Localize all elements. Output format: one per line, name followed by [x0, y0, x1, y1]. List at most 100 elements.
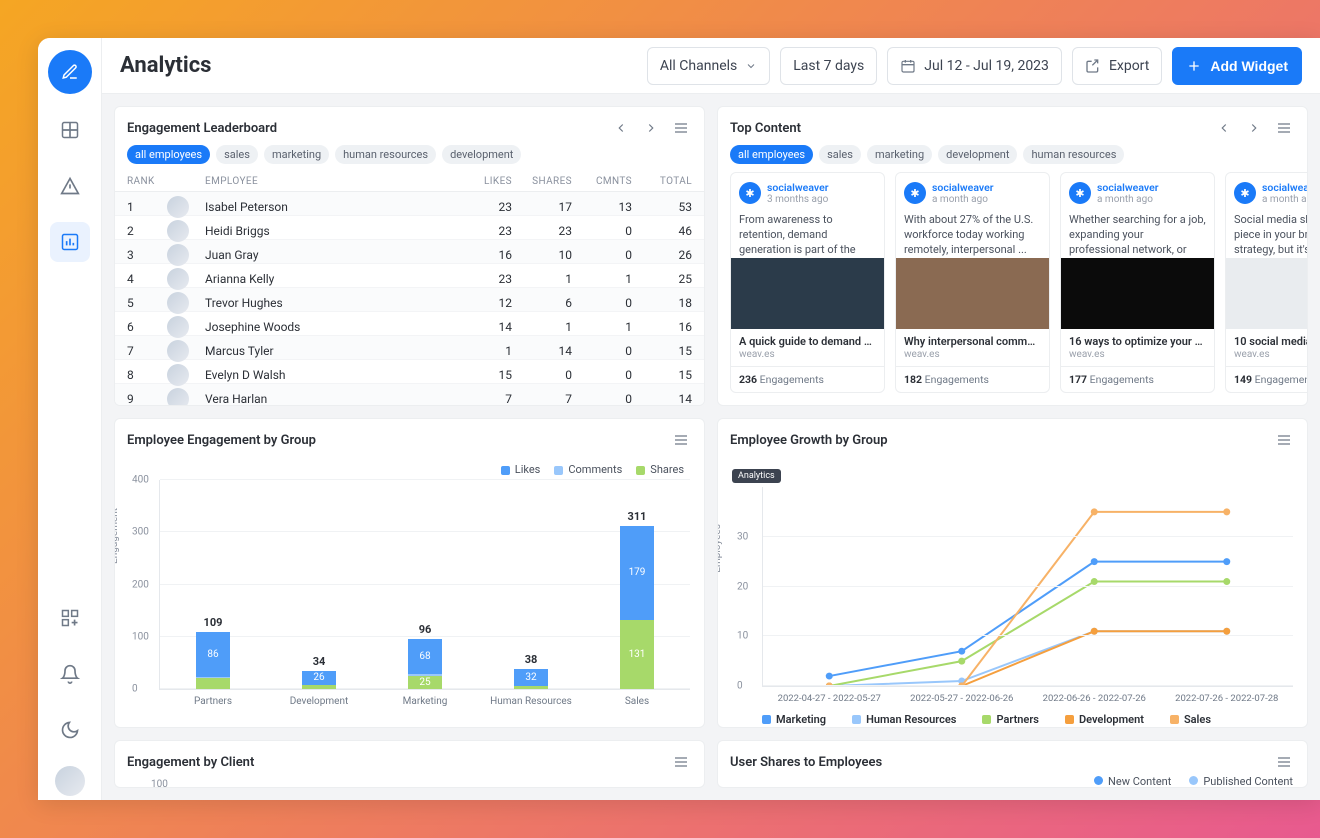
filter-chip[interactable]: sales [819, 145, 861, 164]
channel-label: All Channels [660, 58, 737, 74]
menu-icon[interactable] [670, 751, 692, 773]
next-icon[interactable] [640, 117, 662, 139]
table-row[interactable]: 7Marcus Tyler114015 [115, 336, 704, 360]
compose-button[interactable] [48, 50, 92, 94]
filter-chip[interactable]: marketing [264, 145, 329, 164]
line-chart-title: Employee Growth by Group [730, 433, 888, 448]
bottom-right-title: User Shares to Employees [730, 755, 882, 770]
line-ylabel: Employees [717, 524, 723, 573]
table-row[interactable]: 3Juan Gray1610026 [115, 240, 704, 264]
content-card[interactable]: ✱socialweavera month ago Social media sh… [1225, 172, 1307, 393]
notifications-icon[interactable] [50, 654, 90, 694]
export-icon [1085, 58, 1101, 74]
date-picker[interactable]: Jul 12 - Jul 19, 2023 [887, 47, 1062, 85]
thumbnail [1226, 258, 1307, 329]
table-row[interactable]: 5Trevor Hughes126018 [115, 288, 704, 312]
page-title: Analytics [120, 53, 211, 78]
legend-item[interactable]: Marketing [762, 713, 826, 726]
avatar [167, 244, 189, 266]
legend-item[interactable]: Sales [1170, 713, 1211, 726]
bar-ylabel: Engagement [114, 508, 120, 564]
avatar [167, 364, 189, 386]
table-row[interactable]: 9Vera Harlan77014 [115, 384, 704, 405]
bottom-left-title: Engagement by Client [127, 755, 254, 770]
leaderboard-card: Engagement Leaderboard all employees sale… [114, 106, 705, 406]
thumbnail [1061, 258, 1214, 329]
add-widget-label: Add Widget [1210, 58, 1288, 74]
calendar-icon [900, 58, 916, 74]
content-card[interactable]: ✱socialweaver3 months ago From awareness… [730, 172, 885, 393]
date-label: Jul 12 - Jul 19, 2023 [924, 58, 1049, 74]
brand-badge: ✱ [1234, 182, 1256, 204]
menu-icon[interactable] [1273, 429, 1295, 451]
content-card[interactable]: ✱socialweavera month ago Whether searchi… [1060, 172, 1215, 393]
legend-item[interactable]: Human Resources [852, 713, 956, 726]
legend-new-content: New Content [1094, 775, 1171, 788]
engagement-by-group-card: Employee Engagement by Group Likes Comme… [114, 418, 705, 728]
table-row[interactable]: 2Heidi Briggs2323046 [115, 216, 704, 240]
bar-chart-title: Employee Engagement by Group [127, 433, 316, 448]
next-icon[interactable] [1243, 117, 1265, 139]
leaderboard-title: Engagement Leaderboard [127, 121, 277, 136]
filter-chip[interactable]: human resources [1023, 145, 1124, 164]
thumbnail [896, 258, 1049, 329]
filter-chip[interactable]: development [938, 145, 1017, 164]
user-shares-card: User Shares to Employees New Content Pub… [717, 740, 1308, 788]
tag-analytics: Analytics [732, 469, 781, 483]
export-label: Export [1109, 58, 1149, 74]
avatar [167, 220, 189, 242]
topbar: Analytics All Channels Last 7 days Jul 1… [102, 38, 1320, 94]
analytics-icon[interactable] [50, 222, 90, 262]
menu-icon[interactable] [670, 117, 692, 139]
table-row[interactable]: 4Arianna Kelly231125 [115, 264, 704, 288]
avatar [167, 340, 189, 362]
engagement-by-client-card: Engagement by Client 100 83 [114, 740, 705, 788]
table-row[interactable]: 8Evelyn D Walsh150015 [115, 360, 704, 384]
alerts-icon[interactable] [50, 166, 90, 206]
employee-growth-card: Employee Growth by Group Analytics Emplo… [717, 418, 1308, 728]
theme-icon[interactable] [50, 710, 90, 750]
filter-chip[interactable]: sales [216, 145, 258, 164]
channel-select[interactable]: All Channels [647, 47, 770, 85]
filter-chip[interactable]: all employees [127, 145, 210, 164]
filter-chip[interactable]: human resources [335, 145, 436, 164]
leaderboard-header: RANK EMPLOYEE LIKES SHARES CMNTS TOTAL [115, 172, 704, 192]
menu-icon[interactable] [1273, 117, 1295, 139]
avatar [167, 292, 189, 314]
brand-badge: ✱ [904, 182, 926, 204]
filter-chip[interactable]: all employees [730, 145, 813, 164]
menu-icon[interactable] [1273, 751, 1295, 773]
top-content-card: Top Content all employees sales marketing d… [717, 106, 1308, 406]
legend-item[interactable]: Development [1065, 713, 1144, 726]
user-avatar[interactable] [55, 766, 85, 796]
avatar [167, 316, 189, 338]
brand-badge: ✱ [739, 182, 761, 204]
export-button[interactable]: Export [1072, 47, 1162, 85]
legend-shares: Shares [636, 463, 684, 476]
menu-icon[interactable] [670, 429, 692, 451]
dashboard-icon[interactable] [50, 110, 90, 150]
top-content-title: Top Content [730, 121, 801, 136]
legend-comments: Comments [554, 463, 622, 476]
filter-chip[interactable]: marketing [867, 145, 932, 164]
table-row[interactable]: 1Isabel Peterson23171353 [115, 192, 704, 216]
legend-published-content: Published Content [1189, 775, 1293, 788]
plus-icon [1186, 58, 1202, 74]
avatar [167, 388, 189, 405]
apps-icon[interactable] [50, 598, 90, 638]
range-label: Last 7 days [793, 58, 864, 74]
legend-item[interactable]: Partners [982, 713, 1039, 726]
legend-likes: Likes [501, 463, 541, 476]
avatar [167, 196, 189, 218]
table-row[interactable]: 6Josephine Woods141116 [115, 312, 704, 336]
brand-badge: ✱ [1069, 182, 1091, 204]
filter-chip[interactable]: development [442, 145, 521, 164]
range-select[interactable]: Last 7 days [780, 47, 877, 85]
prev-icon[interactable] [610, 117, 632, 139]
content-card[interactable]: ✱socialweavera month ago With about 27% … [895, 172, 1050, 393]
thumbnail [731, 258, 884, 329]
prev-icon[interactable] [1213, 117, 1235, 139]
left-nav-rail [38, 38, 102, 800]
avatar [167, 268, 189, 290]
add-widget-button[interactable]: Add Widget [1172, 47, 1302, 85]
